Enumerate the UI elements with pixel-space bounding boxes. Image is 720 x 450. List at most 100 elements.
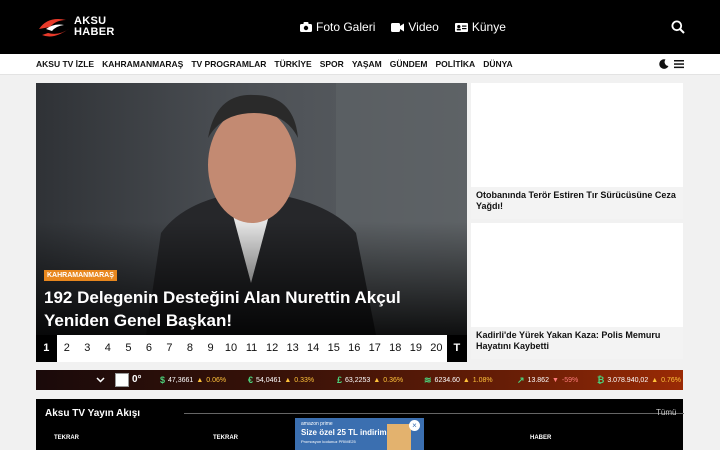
nav-label: Foto Galeri — [316, 20, 376, 34]
top-navigation: Foto Galeri Video Künye — [300, 19, 506, 35]
up-arrow-icon: ▲ — [284, 376, 292, 384]
category-menu: AKSU TV İZLE KAHRAMANMARAŞ TV PROGRAMLAR… — [36, 59, 513, 69]
ticker-item-btc[interactable]: ₿ 3.078.940,02 ▲ 0.76% — [597, 375, 681, 385]
schedule-column-label: TEKRAR — [213, 435, 238, 441]
ticker-value: 63,2253 — [345, 376, 371, 384]
ticker-change: -59% — [561, 376, 579, 384]
nav-video[interactable]: Video — [391, 19, 439, 35]
pager-item-17[interactable]: 17 — [365, 335, 386, 362]
view-all-link[interactable]: Tümü — [656, 408, 676, 417]
category-link[interactable]: YAŞAM — [352, 59, 382, 69]
hero-category-badge[interactable]: KAHRAMANMARAŞ — [44, 270, 117, 281]
category-link[interactable]: AKSU TV İZLE — [36, 59, 94, 69]
category-link[interactable]: TÜRKİYE — [274, 59, 311, 69]
ticker-item-gbp[interactable]: £ 63,2253 ▲ 0.36% — [337, 375, 403, 385]
news-thumbnail — [471, 83, 683, 187]
ticker-change: 0.76% — [661, 376, 682, 384]
up-arrow-icon: ▲ — [373, 376, 381, 384]
pager-item-13[interactable]: 13 — [282, 335, 303, 362]
ad-subtext: Promosyon kodunuz PRIME25 — [301, 439, 356, 444]
section-title: Aksu TV Yayın Akışı — [45, 408, 141, 419]
ticker-item-gold[interactable]: ≋ 6234.60 ▲ 1.08% — [424, 375, 493, 385]
pager-item-6[interactable]: 6 — [139, 335, 160, 362]
pager-item-7[interactable]: 7 — [159, 335, 180, 362]
advertisement-banner[interactable]: amazon prime Size özel 25 TL indirim Pro… — [295, 418, 424, 450]
ticker-item-usd[interactable]: $ 47,3661 ▲ 0.06% — [160, 375, 226, 385]
bitcoin-icon: ₿ — [597, 375, 605, 385]
pager-item-16[interactable]: 16 — [344, 335, 365, 362]
chart-up-icon: ↗ — [517, 374, 525, 385]
ticker-value: 54,0461 — [256, 376, 282, 384]
temperature: 0° — [132, 374, 142, 385]
nav-label: Künye — [471, 20, 506, 34]
gold-icon: ≋ — [424, 374, 432, 385]
down-arrow-icon: ▼ — [551, 376, 559, 384]
pager-item-12[interactable]: 12 — [262, 335, 283, 362]
camera-icon — [300, 22, 312, 32]
pager-item-10[interactable]: 10 — [221, 335, 242, 362]
dollar-icon: $ — [160, 375, 166, 385]
chevron-down-icon[interactable] — [96, 375, 105, 384]
slider-pager: 1 2 3 4 5 6 7 8 9 10 11 12 13 14 15 16 1… — [36, 335, 467, 362]
category-link[interactable]: SPOR — [320, 59, 344, 69]
market-ticker: 0° $ 47,3661 ▲ 0.06% € 54,0461 ▲ 0.33% £… — [36, 370, 683, 390]
category-link[interactable]: DÜNYA — [483, 59, 512, 69]
weather-icon — [115, 373, 129, 387]
ticker-item-bist[interactable]: ↗ 13.862 ▼ -59% — [517, 375, 578, 385]
pound-icon: £ — [337, 375, 343, 385]
headline-slider[interactable]: KAHRAMANMARAŞ 192 Delegenin Desteğini Al… — [36, 83, 467, 362]
package-icon — [387, 424, 411, 450]
pager-item-1[interactable]: 1 — [36, 335, 57, 362]
ticker-value: 47,3661 — [168, 376, 194, 384]
ad-brand: amazon prime — [301, 421, 333, 427]
news-thumbnail — [471, 223, 683, 327]
ticker-value: 6234.60 — [434, 376, 460, 384]
ticker-value: 13.862 — [527, 376, 549, 384]
dark-mode-icon[interactable] — [659, 59, 669, 69]
up-arrow-icon: ▲ — [462, 376, 470, 384]
news-title: Kadirli'de Yürek Yakan Kaza: Polis Memur… — [471, 327, 683, 359]
ticker-change: 0.36% — [383, 376, 404, 384]
up-arrow-icon: ▲ — [651, 376, 659, 384]
ad-headline: Size özel 25 TL indirim — [301, 428, 387, 437]
section-divider — [184, 413, 684, 414]
video-icon — [391, 22, 405, 32]
nav-kunye[interactable]: Künye — [454, 19, 506, 35]
pager-item-19[interactable]: 19 — [406, 335, 427, 362]
id-card-icon — [454, 22, 468, 32]
nav-label: Video — [408, 20, 439, 34]
search-icon[interactable] — [671, 20, 685, 34]
pager-item-2[interactable]: 2 — [57, 335, 78, 362]
ticker-value: 3.078.940,02 — [607, 376, 649, 384]
logo-mark-icon — [39, 19, 70, 37]
side-news-card[interactable]: Kadirli'de Yürek Yakan Kaza: Polis Memur… — [471, 223, 683, 359]
pager-item-14[interactable]: 14 — [303, 335, 324, 362]
nav-photo-gallery[interactable]: Foto Galeri — [300, 19, 375, 35]
close-icon[interactable]: × — [409, 420, 420, 431]
logo-line-2: HABER — [74, 26, 115, 38]
pager-item-5[interactable]: 5 — [118, 335, 139, 362]
category-link[interactable]: GÜNDEM — [390, 59, 428, 69]
ticker-item-eur[interactable]: € 54,0461 ▲ 0.33% — [248, 375, 314, 385]
pager-item-15[interactable]: 15 — [323, 335, 344, 362]
pager-item-9[interactable]: 9 — [200, 335, 221, 362]
category-link[interactable]: KAHRAMANMARAŞ — [102, 59, 183, 69]
category-bar: AKSU TV İZLE KAHRAMANMARAŞ TV PROGRAMLAR… — [0, 54, 720, 75]
pager-item-all[interactable]: T — [446, 335, 467, 362]
side-news-card[interactable]: Otobanında Terör Estiren Tır Sürücüsüne … — [471, 83, 683, 219]
site-logo[interactable]: AKSU HABER — [36, 14, 116, 40]
logo-text: AKSU HABER — [74, 14, 124, 40]
ticker-change: 0.33% — [294, 376, 315, 384]
category-link[interactable]: TV PROGRAMLAR — [191, 59, 266, 69]
hero-headline[interactable]: 192 Delegenin Desteğini Alan Nurettin Ak… — [44, 286, 444, 332]
pager-item-8[interactable]: 8 — [180, 335, 201, 362]
pager-item-4[interactable]: 4 — [98, 335, 119, 362]
pager-item-11[interactable]: 11 — [241, 335, 262, 362]
up-arrow-icon: ▲ — [196, 376, 204, 384]
pager-item-3[interactable]: 3 — [77, 335, 98, 362]
pager-item-20[interactable]: 20 — [426, 335, 447, 362]
hamburger-menu-icon[interactable] — [674, 59, 684, 69]
pager-item-18[interactable]: 18 — [385, 335, 406, 362]
category-link[interactable]: POLİTİKA — [436, 59, 476, 69]
news-title: Otobanında Terör Estiren Tır Sürücüsüne … — [471, 187, 683, 219]
